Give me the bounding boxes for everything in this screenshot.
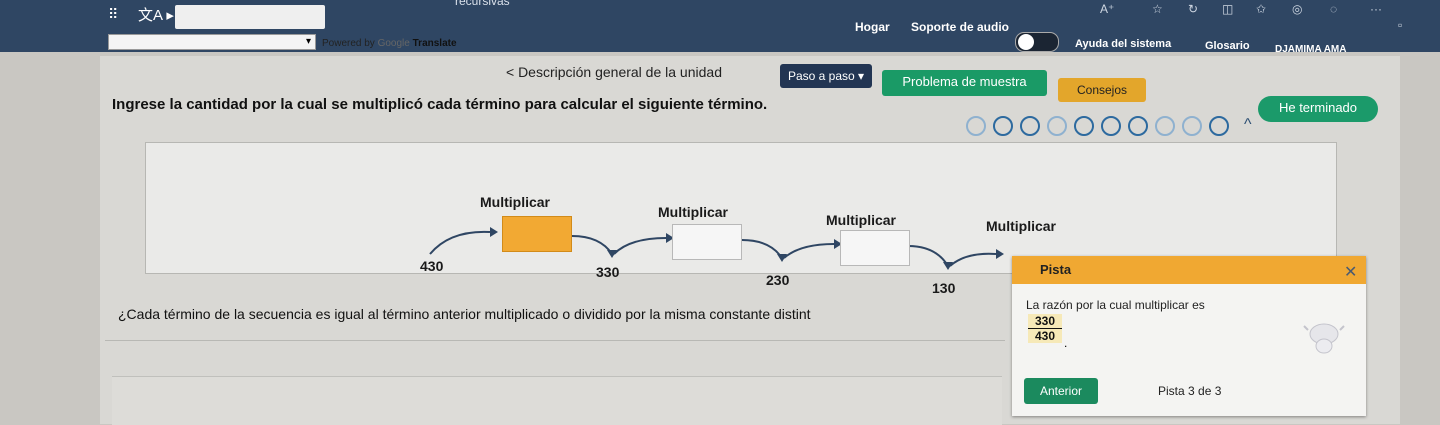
arrow-3-out (907, 245, 949, 267)
arrow-2-out (741, 239, 783, 259)
multiply-label-1: Multiplicar (480, 194, 551, 210)
arrow-4-in (949, 252, 997, 267)
ratio-input-2[interactable] (672, 224, 742, 260)
divider (105, 340, 1005, 341)
multiply-label-4: Multiplicar (986, 218, 1057, 234)
mascot-icon (1303, 323, 1345, 354)
ratio-input-3[interactable] (840, 230, 910, 266)
hint-counter: Pista 3 de 3 (1158, 384, 1222, 398)
term-2: 330 (596, 264, 620, 280)
hint-title: Pista (1040, 262, 1072, 277)
term-1: 430 (420, 258, 444, 274)
hint-text: La razón por la cual multiplicar es (1026, 298, 1205, 312)
multiply-label-2: Multiplicar (658, 204, 729, 220)
arrow-3-in (783, 243, 835, 259)
previous-hint-button[interactable]: Anterior (1024, 378, 1098, 404)
arrow-1-in (429, 230, 491, 255)
question-text: ¿Cada término de la secuencia es igual a… (118, 306, 811, 322)
fraction-period: . (1064, 336, 1068, 350)
multiply-label-3: Multiplicar (826, 212, 897, 228)
fraction-denominator: 430 (1034, 329, 1056, 343)
answer-area (112, 376, 1002, 425)
arrow-2-in (613, 237, 667, 255)
fraction-numerator: 330 (1028, 314, 1062, 329)
term-3: 230 (766, 272, 790, 288)
term-4: 130 (932, 280, 956, 296)
hint-popup: Pista ✕ La razón por la cual multiplicar… (1012, 256, 1366, 416)
ratio-input-1[interactable] (502, 216, 572, 252)
arrow-1-out (571, 235, 613, 255)
ratio-fraction: 330 430 (1028, 314, 1062, 343)
close-icon[interactable]: ✕ (1344, 262, 1357, 282)
hint-header: Pista ✕ (1012, 256, 1366, 284)
